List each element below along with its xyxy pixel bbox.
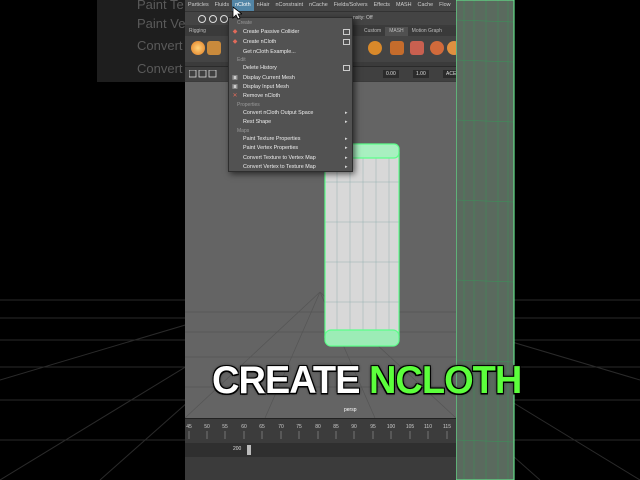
section-properties: Properties [237,102,260,108]
option-box-icon[interactable] [343,29,350,35]
menu-nconstraint[interactable]: nConstraint [273,0,307,11]
menu-item-convert-ncloth-output-space[interactable]: Convert nCloth Output Space [243,110,313,116]
tick-label: 85 [333,424,339,430]
menu-item-rest-shape[interactable]: Rest Shape [243,119,271,125]
mesh-icon: ▣ [232,75,238,81]
submenu-arrow-icon: ▸ [345,110,348,116]
ghost-menu-item: Convert [137,38,183,53]
tick-label: 100 [386,424,396,430]
tick-label: 60 [241,424,247,430]
section-edit: Edit [237,57,246,63]
ghost-menu-item: Paint Te [137,0,184,12]
mash-wheel-icon[interactable] [368,41,382,55]
menu-item-get-ncloth-example[interactable]: Get nCloth Example... [243,49,296,55]
mash-tool-icon[interactable] [390,41,404,55]
viewport-toolbar-icons[interactable] [189,70,229,80]
option-box-icon[interactable] [343,65,350,71]
tick-label: 110 [424,424,432,430]
caption-word-ncloth: NCLOTH [368,359,522,403]
menu-item-remove-ncloth[interactable]: Remove nCloth [243,93,280,99]
submenu-arrow-icon: ▸ [345,155,348,161]
menu-item-display-input-mesh[interactable]: Display Input Mesh [243,84,289,90]
swap-icon[interactable] [207,41,221,55]
menu-nhair[interactable]: nHair [254,0,273,11]
remove-icon: ✕ [232,93,238,99]
command-line[interactable] [185,457,456,480]
cylinder-mesh [324,143,400,347]
menu-cache[interactable]: Cache [415,0,437,11]
tick-label: 105 [405,424,415,430]
menu-item-paint-texture-properties[interactable]: Paint Texture Properties [243,136,300,142]
menu-effects[interactable]: Effects [371,0,393,11]
menu-fields-solvers[interactable]: Fields/Solvers [331,0,371,11]
tick-label: 75 [296,424,302,430]
section-maps: Maps [237,128,250,134]
tick-label: 55 [222,424,228,430]
range-end-field[interactable]: 200 [233,446,241,452]
large-cylinder-mesh [456,0,515,480]
menu-item-convert-texture-to-vertex-map[interactable]: Convert Texture to Vertex Map [243,155,316,161]
tick-label: 50 [204,424,210,430]
passive-collider-icon: ◆ [232,29,238,35]
tick-label: 90 [351,424,357,430]
menu-item-convert-vertex-to-texture-map[interactable]: Convert Vertex to Texture Map [243,164,316,170]
mouse-cursor-icon [232,6,242,20]
submenu-arrow-icon: ▸ [345,164,348,170]
main-menubar: Particles Fluids nCloth nHair nConstrain… [185,0,456,11]
mash-extra-icon[interactable] [447,41,456,55]
mash-distribute-icon[interactable] [410,41,424,55]
density-field: nsity: Off [353,15,373,21]
submenu-arrow-icon: ▸ [345,119,348,125]
menu-mash[interactable]: MASH [393,0,415,11]
tick-label: 80 [315,424,321,430]
ghost-menu-item: Convert [137,61,183,76]
camera-label: persp [344,407,357,413]
tick-label: 45 [186,424,192,430]
color-space-label: ACE [443,70,456,78]
value-field-1[interactable]: 0.00 [383,70,399,78]
submenu-arrow-icon: ▸ [345,145,348,151]
tab-rigging[interactable]: Rigging [185,27,210,36]
tab-motion-graph[interactable]: Motion Graph [408,27,446,36]
value-field-2[interactable]: 1.00 [413,70,429,78]
menu-item-display-current-mesh[interactable]: Display Current Mesh [243,75,295,81]
sparkle-icon[interactable] [191,41,205,55]
range-slider[interactable]: 200 [185,443,456,457]
menu-item-delete-history[interactable]: Delete History [243,65,277,71]
mash-node-icon[interactable] [430,41,444,55]
option-box-icon[interactable] [343,39,350,45]
section-create: Create [237,20,253,26]
ghost-menu-panel: Paint Te Paint Ve Convert Convert [97,0,187,82]
caption-word-create: CREATE [212,359,360,403]
time-slider[interactable]: 45 50 55 60 65 70 75 80 85 90 95 100 105… [185,418,456,440]
menu-fluids[interactable]: Fluids [212,0,232,11]
menu-item-create-ncloth[interactable]: Create nCloth [243,39,276,45]
time-ticks [188,431,448,439]
menu-ncache[interactable]: nCache [306,0,331,11]
submenu-arrow-icon: ▸ [345,136,348,142]
tick-label: 95 [370,424,376,430]
menu-item-create-passive-collider[interactable]: Create Passive Collider [243,29,299,35]
tab-custom[interactable]: Custom [360,27,385,36]
menu-item-paint-vertex-properties[interactable]: Paint Vertex Properties [243,145,298,151]
menu-flow[interactable]: Flow [436,0,453,11]
range-handle[interactable] [247,445,251,455]
ghost-menu-item: Paint Ve [137,16,186,31]
ncloth-icon: ◆ [232,39,238,45]
tick-label: 70 [278,424,284,430]
ncloth-dropdown-menu: Create ◆ Create Passive Collider ◆ Creat… [228,17,353,172]
mesh-icon: ▣ [232,84,238,90]
tick-label: 115 [443,424,451,430]
tab-mash[interactable]: MASH [385,27,408,36]
video-caption: CREATE NCLOTH [212,359,522,404]
tick-label: 65 [259,424,265,430]
menu-particles[interactable]: Particles [185,0,212,11]
